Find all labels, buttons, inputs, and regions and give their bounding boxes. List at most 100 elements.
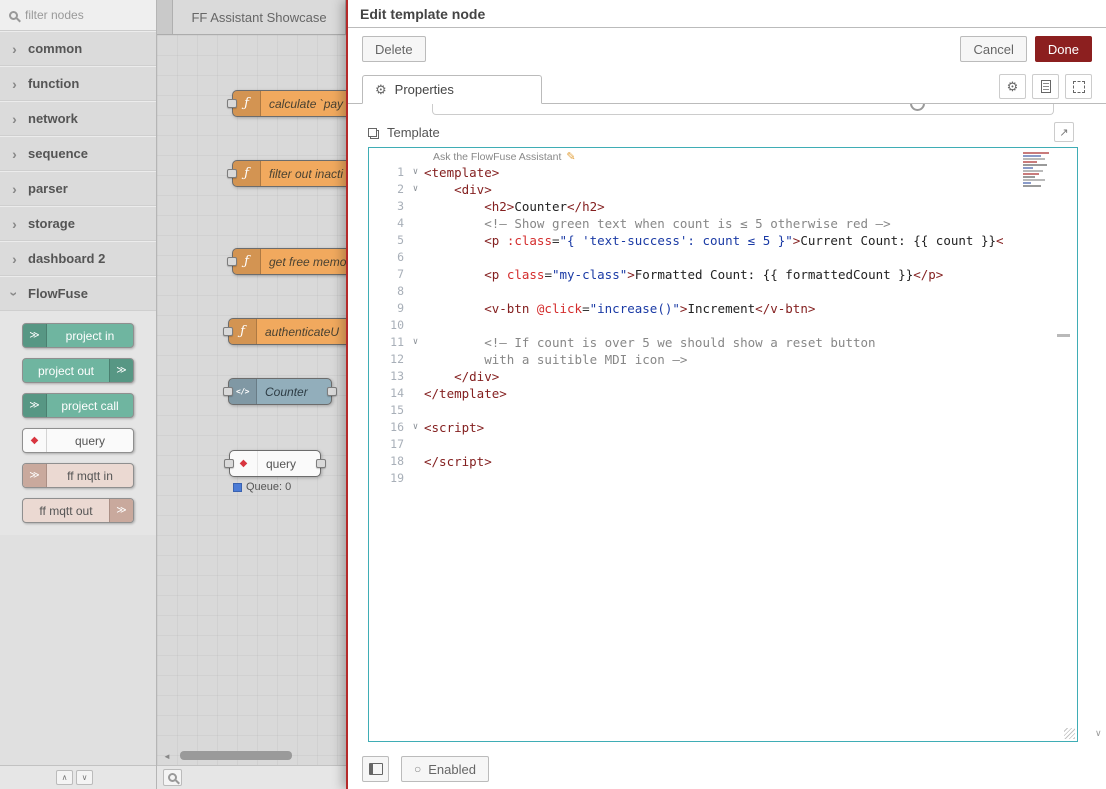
palette-category-storage[interactable]: ›storage [0,206,156,241]
code-text[interactable]: </template> [424,385,507,402]
code-line: 12 with a suitible MDI icon —> [369,351,1077,368]
scrollbar-thumb[interactable] [180,751,292,760]
palette-node-label: query [47,434,133,448]
cancel-button[interactable]: Cancel [960,36,1026,62]
fold-toggle-icon[interactable]: ∨ [407,419,424,436]
output-port[interactable] [327,387,337,396]
flow-node-query[interactable]: ◆query [229,450,321,477]
gear-icon: ⚙ [375,82,387,98]
zoom-search-button[interactable] [163,769,182,786]
node-icon: ≫ [23,464,47,487]
code-line: 16∨<script> [369,419,1077,436]
code-text[interactable]: <p :class="{ 'text-success': count ≤ 5 }… [424,232,1004,249]
output-port[interactable] [316,459,326,468]
palette-collapse-down-button[interactable]: ∨ [76,770,93,785]
template-code-editor[interactable]: Ask the FlowFuse Assistant ✎ 1∨<template… [368,147,1078,742]
node-settings-button[interactable]: ⚙ [999,74,1026,99]
workspace-tabbar: FF Assistant Showcase [157,0,346,35]
assistant-prompt[interactable]: Ask the FlowFuse Assistant ✎ [433,150,576,163]
palette-node-label: ff mqtt out [23,504,109,518]
line-number: 3 [369,198,407,215]
template-node-icon: </> [229,379,257,404]
node-label: filter out inacti [261,167,346,181]
tray-tab-actions: ⚙ [999,70,1092,103]
palette-collapse-up-button[interactable]: ∧ [56,770,73,785]
chevron-right-icon: › [10,181,19,197]
code-line: 2∨ <div> [369,181,1077,198]
assistant-prompt-label: Ask the FlowFuse Assistant [433,151,561,163]
palette-category-function[interactable]: ›function [0,66,156,101]
fold-toggle-icon[interactable]: ∨ [407,181,424,198]
book-icon [369,763,383,775]
workspace-footer [157,765,346,789]
input-port[interactable] [227,99,237,108]
code-text[interactable]: <template> [424,164,499,181]
fold-toggle-icon[interactable]: ∨ [407,164,424,181]
flow-node-calculate-pay[interactable]: ƒcalculate `pay [232,90,346,117]
palette-category-dashboard-2[interactable]: ›dashboard 2 [0,241,156,276]
expand-icon: ↗ [1059,126,1068,139]
category-label: sequence [28,146,88,161]
palette-category-network[interactable]: ›network [0,101,156,136]
flow-node-get-free-memo[interactable]: ƒget free memo [232,248,346,275]
palette-category-sequence[interactable]: › sequence [0,136,156,171]
tab-properties[interactable]: ⚙ Properties [362,75,542,104]
code-lines: 1∨<template>2∨ <div>3 <h2>Counter</h2>4 … [369,164,1077,487]
input-port[interactable] [227,257,237,266]
code-text[interactable]: <p class="my-class">Formatted Count: {{ … [424,266,943,283]
palette-category-parser[interactable]: › parser [0,171,156,206]
code-text[interactable]: <!— If count is over 5 we should show a … [424,334,876,351]
node-label: query [258,457,304,471]
flow-node-authenticateu[interactable]: ƒauthenticateU [228,318,346,345]
line-number: 7 [369,266,407,283]
code-text[interactable]: </div> [424,368,499,385]
delete-button[interactable]: Delete [362,36,426,62]
code-text[interactable]: </script> [424,453,492,470]
tab-ff-assistant-showcase[interactable]: FF Assistant Showcase [172,0,346,34]
code-text[interactable]: <h2>Counter</h2> [424,198,605,215]
input-port[interactable] [224,459,234,468]
input-port[interactable] [227,169,237,178]
done-button[interactable]: Done [1035,36,1092,62]
function-node-icon: ƒ [233,91,261,116]
palette-node-project-call[interactable]: ≫project call [22,393,134,418]
flow-canvas[interactable]: ƒcalculate `payƒfilter out inactiƒget fr… [157,35,346,765]
tray-scrollbar[interactable]: ∨ [1092,108,1105,741]
code-text[interactable]: <!— Show green text when count is ≤ 5 ot… [424,215,891,232]
palette-category-flowfuse[interactable]: ›FlowFuse [0,276,156,311]
code-text[interactable]: <v-btn @click="increase()">Increment</v-… [424,300,815,317]
category-label: parser [28,181,68,196]
palette-node-query[interactable]: ◆query [22,428,134,453]
tray-body: Template ↗ Ask the FlowFuse Assistant ✎ … [348,104,1106,749]
node-appearance-button[interactable] [1065,74,1092,99]
tab-properties-label: Properties [395,82,454,97]
palette-category-common[interactable]: ›common [0,31,156,66]
code-text[interactable]: <script> [424,419,484,436]
palette-node-ff-mqtt-out[interactable]: ≫ff mqtt out [22,498,134,523]
enabled-toggle[interactable]: ○ Enabled [401,756,489,782]
node-label: authenticateU [257,325,346,339]
tray-toolbar: Delete Cancel Done [348,28,1106,70]
node-description-button[interactable] [1032,74,1059,99]
flow-node-counter[interactable]: </>Counter [228,378,332,405]
palette-node-project-in[interactable]: ≫project in [22,323,134,348]
code-text[interactable]: with a suitible MDI icon —> [424,351,687,368]
editor-resize-grip[interactable] [1064,728,1075,739]
flow-node-filter-out-inacti[interactable]: ƒfilter out inacti [232,160,346,187]
chevron-right-icon: › [10,146,19,162]
expand-editor-button[interactable]: ↗ [1054,122,1074,142]
category-label: storage [28,216,75,231]
palette-node-ff-mqtt-in[interactable]: ≫ff mqtt in [22,463,134,488]
fold-toggle-icon[interactable]: ∨ [407,334,424,351]
palette-node-project-out[interactable]: ≫project out [22,358,134,383]
line-number: 15 [369,402,407,419]
code-line: 1∨<template> [369,164,1077,181]
library-button[interactable] [362,756,389,782]
input-port[interactable] [223,387,233,396]
code-text[interactable]: <div> [424,181,492,198]
minimap[interactable] [1023,152,1057,187]
canvas-horizontal-scrollbar[interactable]: ◄ [163,751,340,761]
input-port[interactable] [223,327,233,336]
palette-search[interactable]: filter nodes [0,0,156,31]
node-status-label: Queue: 0 [246,481,291,493]
